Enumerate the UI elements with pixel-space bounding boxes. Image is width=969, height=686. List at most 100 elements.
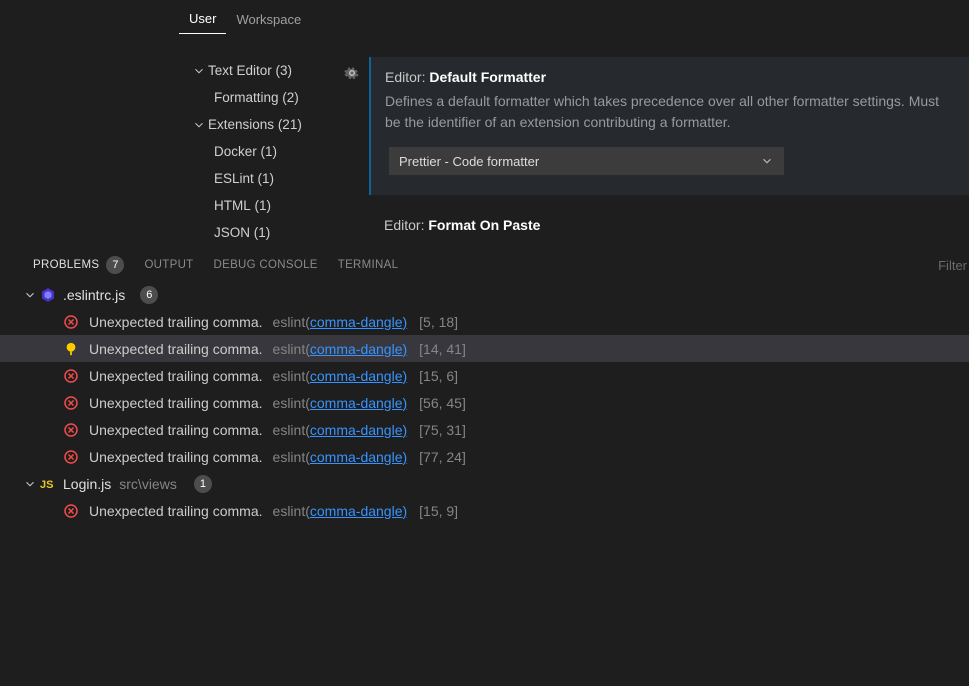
tree-item-count: (1) xyxy=(254,225,271,240)
error-icon xyxy=(63,449,79,465)
error-icon xyxy=(63,368,79,384)
scope-tab-workspace[interactable]: Workspace xyxy=(226,4,311,34)
tree-item-label: Text Editor xyxy=(208,63,272,78)
problem-source: eslint(comma-dangle) xyxy=(273,449,408,465)
panel-tab-output[interactable]: OUTPUT xyxy=(144,259,193,271)
problem-item[interactable]: Unexpected trailing comma. eslint(comma-d… xyxy=(0,416,969,443)
select-value: Prettier - Code formatter xyxy=(399,154,539,169)
problem-item[interactable]: Unexpected trailing comma. eslint(comma-d… xyxy=(0,389,969,416)
tree-item-label: Extensions xyxy=(208,117,274,132)
tree-item-label: Formatting xyxy=(214,90,279,105)
settings-pane: User Workspace Text Editor (3) Formattin… xyxy=(0,0,969,247)
setting-heading-name: Format On Paste xyxy=(428,217,540,233)
settings-body: Text Editor (3) Formatting (2) Extension… xyxy=(0,35,969,247)
problem-item[interactable]: Unexpected trailing comma.eslint(comma-d… xyxy=(0,335,969,362)
chevron-down-icon xyxy=(190,118,208,132)
setting-heading-name: Default Formatter xyxy=(429,69,546,85)
problems-count-badge: 7 xyxy=(106,256,124,274)
problem-message: Unexpected trailing comma. xyxy=(89,395,263,411)
problem-rule-link[interactable]: comma-dangle) xyxy=(310,395,407,411)
tree-item-html[interactable]: HTML (1) xyxy=(190,192,304,219)
problem-location: [5, 18] xyxy=(419,314,458,330)
tree-item-json[interactable]: JSON (1) xyxy=(190,219,304,246)
problem-rule-link[interactable]: comma-dangle) xyxy=(310,422,407,438)
settings-tree: Text Editor (3) Formatting (2) Extension… xyxy=(0,57,304,247)
problem-item[interactable]: Unexpected trailing comma. eslint(comma-d… xyxy=(0,443,969,470)
eslint-file-icon xyxy=(39,287,57,303)
panel-tab-problems[interactable]: PROBLEMS 7 xyxy=(33,256,124,274)
problems-file-name: Login.js xyxy=(63,476,111,492)
tree-item-label: Docker xyxy=(214,144,257,159)
tree-item-eslint[interactable]: ESLint (1) xyxy=(190,165,304,192)
setting-default-formatter: Editor: Default Formatter Defines a defa… xyxy=(369,57,969,195)
problem-source: eslint(comma-dangle) xyxy=(273,314,408,330)
tree-item-docker[interactable]: Docker (1) xyxy=(190,138,304,165)
problem-location: [14, 41] xyxy=(419,341,466,357)
problems-file-name: .eslintrc.js xyxy=(63,287,125,303)
setting-heading-prefix: Editor: xyxy=(385,69,429,85)
problem-location: [15, 6] xyxy=(419,368,458,384)
panel-tab-label: PROBLEMS xyxy=(33,259,99,271)
setting-format-on-paste: Editor: Format On Paste xyxy=(384,217,969,233)
error-icon xyxy=(63,422,79,438)
problem-rule-link[interactable]: comma-dangle) xyxy=(310,314,407,330)
tree-item-extensions[interactable]: Extensions (21) xyxy=(190,111,304,138)
problem-source: eslint(comma-dangle) xyxy=(273,368,408,384)
error-icon xyxy=(63,314,79,330)
problem-location: [56, 45] xyxy=(419,395,466,411)
error-icon xyxy=(63,395,79,411)
problems-file-count-badge: 1 xyxy=(194,475,212,493)
gear-icon[interactable] xyxy=(344,65,360,81)
js-file-icon: JS xyxy=(39,476,57,492)
problems-file-row[interactable]: .eslintrc.js6 xyxy=(0,281,969,308)
problem-source: eslint(comma-dangle) xyxy=(273,341,408,357)
scope-tabs: User Workspace xyxy=(0,0,969,35)
setting-description: Defines a default formatter which takes … xyxy=(385,91,951,133)
tree-item-text-editor[interactable]: Text Editor (3) xyxy=(190,57,304,84)
problem-message: Unexpected trailing comma. xyxy=(89,422,263,438)
problems-panel: .eslintrc.js6 Unexpected trailing comma. e… xyxy=(0,281,969,686)
tree-item-label: JSON xyxy=(214,225,250,240)
problems-file-row[interactable]: JS Login.js src\views 1 xyxy=(0,470,969,497)
chevron-down-icon xyxy=(23,288,39,302)
tree-item-count: (1) xyxy=(255,198,272,213)
tree-item-count: (1) xyxy=(258,171,275,186)
problem-item[interactable]: Unexpected trailing comma. eslint(comma-d… xyxy=(0,308,969,335)
svg-text:JS: JS xyxy=(40,479,53,491)
problem-location: [77, 24] xyxy=(419,449,466,465)
problem-source: eslint(comma-dangle) xyxy=(273,503,408,519)
problem-rule-link[interactable]: comma-dangle) xyxy=(310,368,407,384)
setting-heading-prefix: Editor: xyxy=(384,217,428,233)
filter-input[interactable]: Filter xyxy=(938,248,969,282)
problem-rule-link[interactable]: comma-dangle) xyxy=(310,449,407,465)
problems-file-path: src\views xyxy=(119,476,177,492)
tree-item-count: (1) xyxy=(261,144,278,159)
problem-message: Unexpected trailing comma. xyxy=(89,503,263,519)
tree-item-label: ESLint xyxy=(214,171,254,186)
problem-item[interactable]: Unexpected trailing comma. eslint(comma-d… xyxy=(0,497,969,524)
panel-tab-terminal[interactable]: TERMINAL xyxy=(338,259,399,271)
tree-item-formatting[interactable]: Formatting (2) xyxy=(190,84,304,111)
chevron-down-icon xyxy=(23,477,39,491)
tree-item-count: (21) xyxy=(278,117,302,132)
problem-rule-link[interactable]: comma-dangle) xyxy=(310,341,407,357)
panel-tabs: PROBLEMS 7 OUTPUT DEBUG CONSOLE TERMINAL… xyxy=(0,247,969,281)
tree-item-label: HTML xyxy=(214,198,251,213)
lightbulb-icon xyxy=(63,341,79,357)
problem-message: Unexpected trailing comma. xyxy=(89,368,263,384)
settings-main: Editor: Default Formatter Defines a defa… xyxy=(304,57,969,247)
panel-tab-debug-console[interactable]: DEBUG CONSOLE xyxy=(214,259,318,271)
setting-heading: Editor: Default Formatter xyxy=(385,69,951,85)
problem-source: eslint(comma-dangle) xyxy=(273,422,408,438)
tree-item-count: (3) xyxy=(276,63,293,78)
default-formatter-select[interactable]: Prettier - Code formatter xyxy=(389,147,784,175)
problem-source: eslint(comma-dangle) xyxy=(273,395,408,411)
chevron-down-icon xyxy=(760,154,774,168)
chevron-down-icon xyxy=(190,64,208,78)
error-icon xyxy=(63,503,79,519)
problem-rule-link[interactable]: comma-dangle) xyxy=(310,503,407,519)
problem-message: Unexpected trailing comma. xyxy=(89,449,263,465)
scope-tab-user[interactable]: User xyxy=(179,3,226,34)
problem-message: Unexpected trailing comma. xyxy=(89,314,263,330)
problem-item[interactable]: Unexpected trailing comma. eslint(comma-d… xyxy=(0,362,969,389)
